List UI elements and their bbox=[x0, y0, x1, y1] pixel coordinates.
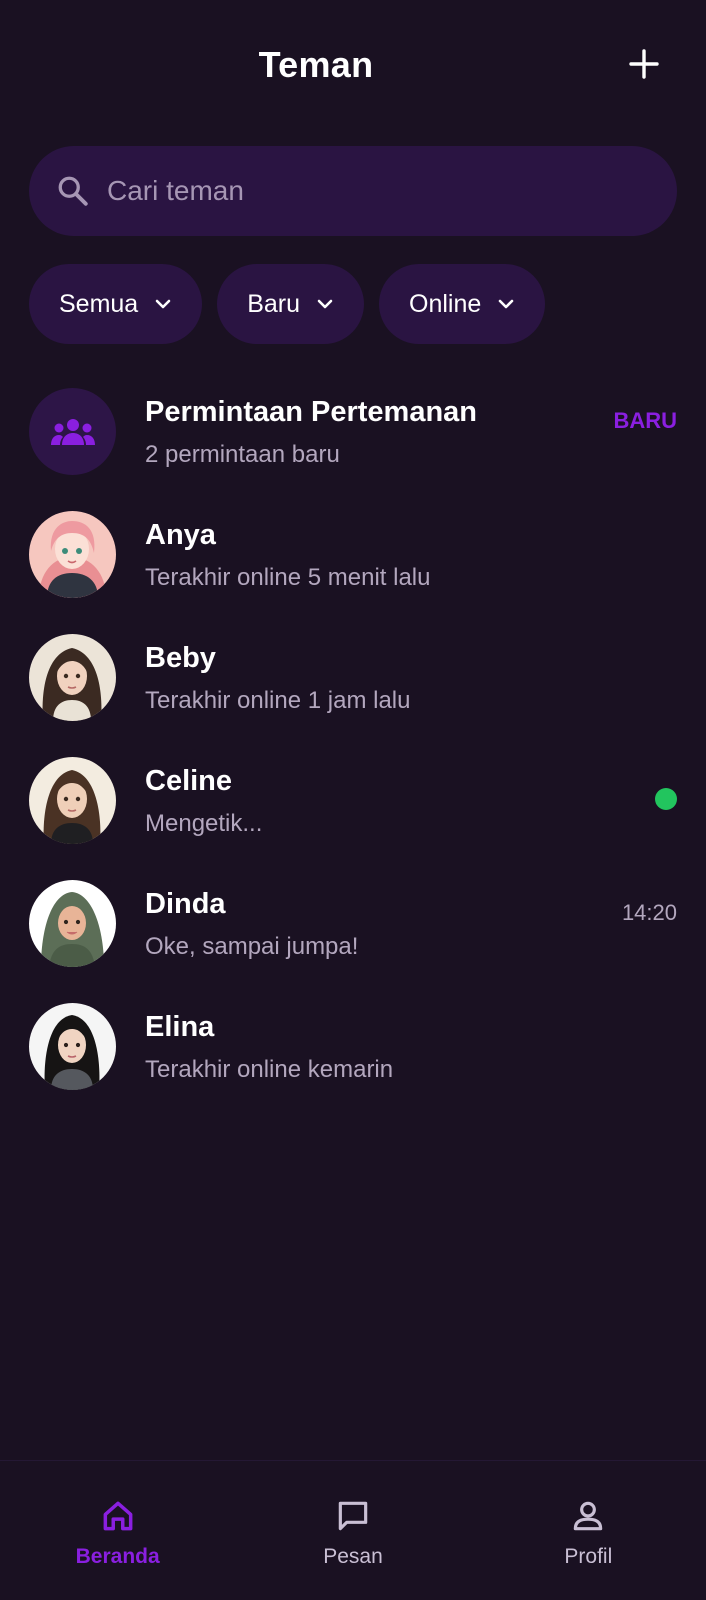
avatar bbox=[29, 1003, 116, 1090]
friend-row-dinda[interactable]: Dinda Oke, sampai jumpa! 14:20 bbox=[0, 870, 706, 993]
filter-chip-label: Online bbox=[409, 289, 482, 318]
online-indicator bbox=[655, 788, 677, 810]
chevron-down-icon bbox=[152, 293, 174, 315]
search-input[interactable] bbox=[107, 175, 607, 207]
friends-screen: Teman Semua Baru bbox=[0, 0, 706, 1600]
friend-name: Beby bbox=[145, 642, 216, 674]
friend-name: Anya bbox=[145, 519, 216, 551]
home-icon bbox=[97, 1495, 139, 1537]
nav-label: Profil bbox=[564, 1545, 613, 1568]
page-title: Teman bbox=[258, 44, 374, 85]
filter-chip-baru[interactable]: Baru bbox=[217, 264, 365, 344]
friend-row-anya[interactable]: Anya Terakhir online 5 menit lalu bbox=[0, 501, 706, 624]
friend-request-row[interactable]: Permintaan Pertemanan 2 permintaan baru … bbox=[0, 378, 706, 501]
friend-name: Celine bbox=[145, 765, 233, 797]
chat-icon bbox=[332, 1495, 374, 1537]
friend-status: Terakhir online 1 jam lalu bbox=[145, 687, 411, 714]
chevron-down-icon bbox=[495, 293, 517, 315]
friend-name: Elina bbox=[145, 1011, 215, 1043]
chevron-down-icon bbox=[314, 293, 336, 315]
friend-row-celine[interactable]: Celine Mengetik... bbox=[0, 747, 706, 870]
friend-name: Dinda bbox=[145, 888, 226, 920]
filter-chip-online[interactable]: Online bbox=[379, 264, 546, 344]
add-friend-button[interactable] bbox=[624, 44, 664, 84]
filter-chip-label: Baru bbox=[247, 289, 301, 318]
avatar bbox=[29, 757, 116, 844]
friend-status: Mengetik... bbox=[145, 810, 263, 837]
message-time: 14:20 bbox=[621, 900, 677, 925]
friend-request-subtitle: 2 permintaan baru bbox=[145, 441, 340, 468]
nav-item-pesan[interactable]: Pesan bbox=[235, 1461, 470, 1600]
nav-label: Pesan bbox=[323, 1545, 383, 1568]
search-icon bbox=[55, 172, 93, 210]
friend-request-title: Permintaan Pertemanan bbox=[145, 396, 478, 428]
filter-chip-label: Semua bbox=[59, 289, 139, 318]
search-bar[interactable] bbox=[29, 146, 677, 236]
friend-row-elina[interactable]: Elina Terakhir online kemarin bbox=[0, 993, 706, 1116]
friend-row-beby[interactable]: Beby Terakhir online 1 jam lalu bbox=[0, 624, 706, 747]
group-icon bbox=[29, 388, 116, 475]
nav-item-beranda[interactable]: Beranda bbox=[0, 1461, 235, 1600]
person-icon bbox=[567, 1495, 609, 1537]
plus-icon bbox=[629, 49, 659, 79]
new-badge: BARU bbox=[613, 408, 677, 433]
avatar bbox=[29, 880, 116, 967]
filter-chips: Semua Baru Online bbox=[29, 264, 560, 344]
friend-list: Permintaan Pertemanan 2 permintaan baru … bbox=[0, 378, 706, 1116]
nav-label: Beranda bbox=[75, 1545, 160, 1568]
nav-item-profil[interactable]: Profil bbox=[471, 1461, 706, 1600]
bottom-nav: Beranda Pesan Profil bbox=[0, 1460, 706, 1600]
filter-chip-semua[interactable]: Semua bbox=[29, 264, 203, 344]
friend-status: Terakhir online 5 menit lalu bbox=[145, 564, 431, 591]
header: Teman bbox=[0, 0, 706, 132]
avatar bbox=[29, 634, 116, 721]
friend-status: Oke, sampai jumpa! bbox=[145, 933, 359, 960]
avatar bbox=[29, 511, 116, 598]
friend-status: Terakhir online kemarin bbox=[145, 1056, 394, 1083]
